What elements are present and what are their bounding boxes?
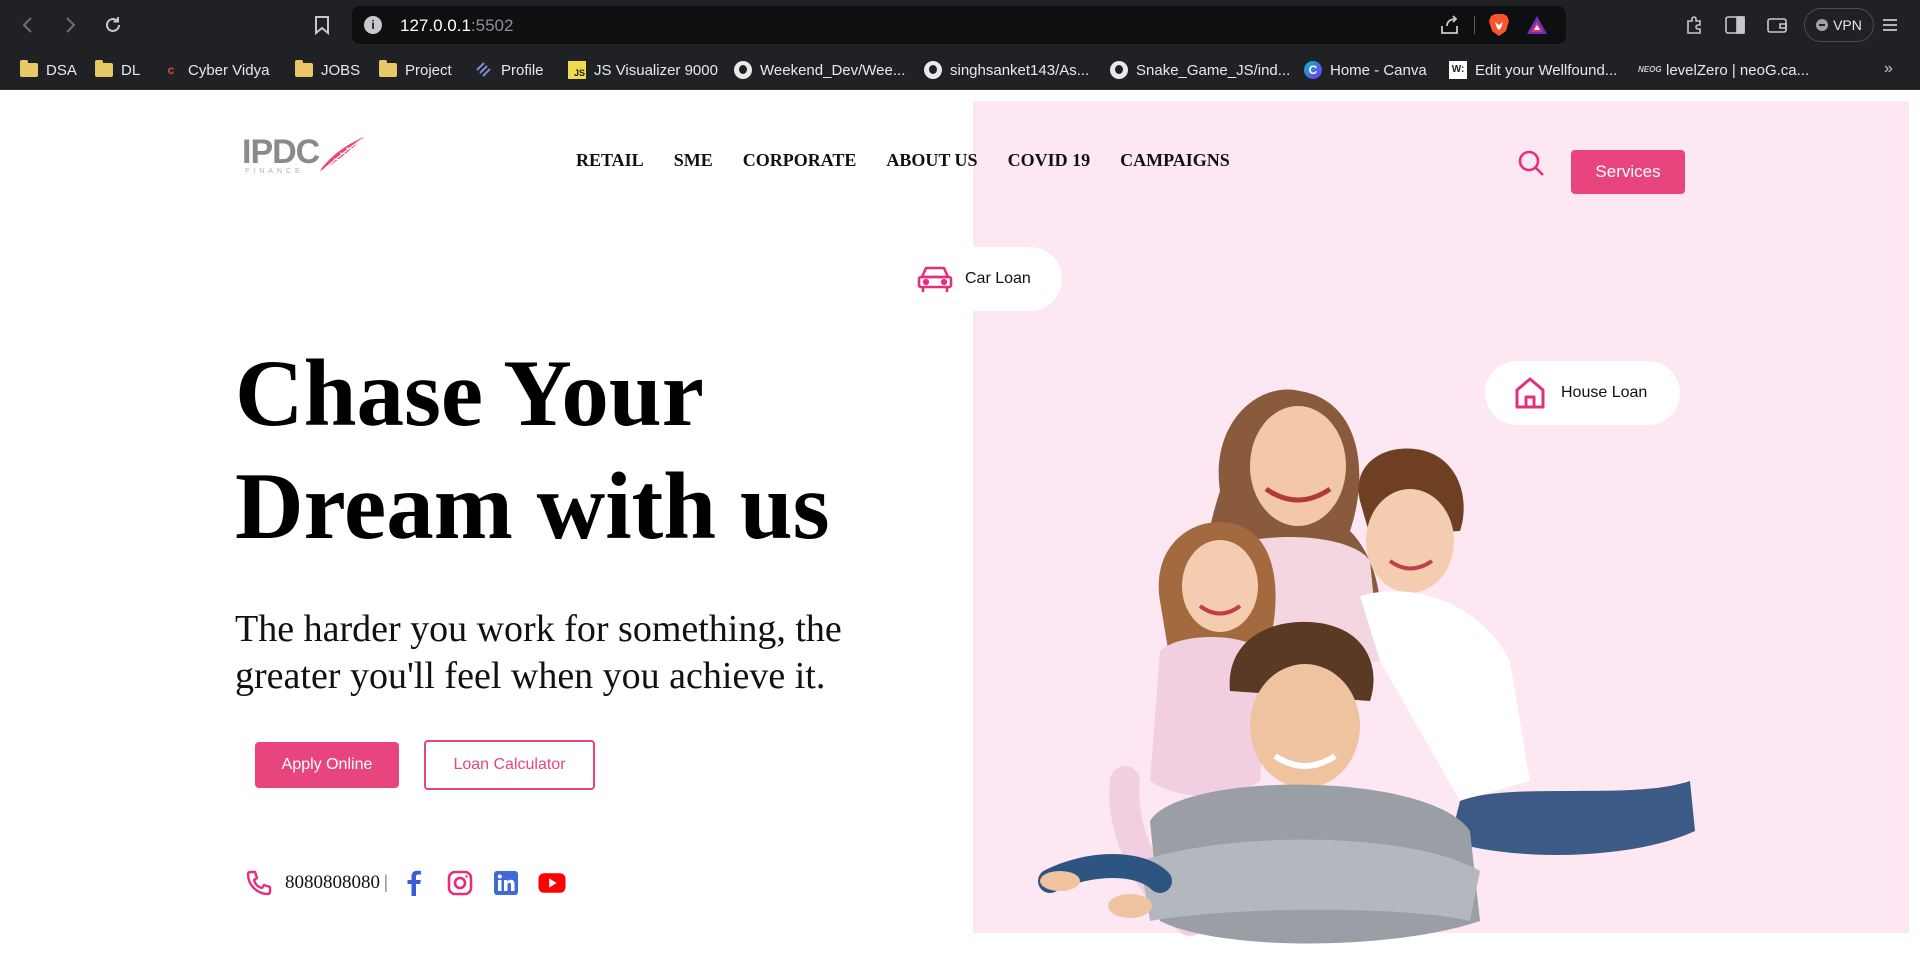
folder-icon <box>295 60 313 79</box>
address-bar[interactable]: i 127.0.0.1:5502 <box>352 6 1566 44</box>
bookmark-weekend-dev[interactable]: Weekend_Dev/Wee... <box>734 58 905 82</box>
bookmark-label: Cyber Vidya <box>188 61 270 79</box>
bookmark-snake-game[interactable]: Snake_Game_JS/ind... <box>1110 58 1290 82</box>
nav-retail[interactable]: RETAIL <box>576 150 644 171</box>
bookmark-icon <box>315 16 329 35</box>
bookmark-label: DSA <box>46 61 77 79</box>
folder-icon <box>20 60 38 79</box>
bookmark-label: DL <box>121 61 141 79</box>
bookmark-project[interactable]: Project <box>379 58 452 82</box>
bookmark-wellfound[interactable]: W: Edit your Wellfound... <box>1449 58 1617 82</box>
site-info-icon[interactable]: i <box>364 16 382 34</box>
facebook-icon[interactable] <box>400 869 428 897</box>
sidebar-icon <box>1725 16 1745 34</box>
car-icon <box>917 266 953 292</box>
js-icon: JS <box>568 61 586 79</box>
github-icon <box>1110 61 1128 79</box>
address-bar-divider <box>1474 16 1475 34</box>
main-nav: RETAIL SME CORPORATE ABOUT US COVID 19 C… <box>576 150 1230 171</box>
family-photo <box>1038 389 1695 944</box>
nav-covid-19[interactable]: COVID 19 <box>1008 150 1091 171</box>
loan-calculator-button[interactable]: Loan Calculator <box>424 740 595 790</box>
nav-campaigns[interactable]: CAMPAIGNS <box>1120 150 1230 171</box>
bookmark-label: Profile <box>501 61 544 79</box>
bookmark-label: JS Visualizer 9000 <box>594 61 718 79</box>
bookmarks-bar: DSA DL c Cyber Vidya JOBS Project Profil… <box>0 50 1920 90</box>
logo-subtext: FINANCE <box>245 168 304 175</box>
nav-sme[interactable]: SME <box>674 150 713 171</box>
bookmark-label: Project <box>405 61 452 79</box>
hero-title: Chase Your Dream with us <box>235 340 830 559</box>
vpn-label: VPN <box>1833 17 1862 33</box>
linkedin-icon[interactable] <box>492 869 520 897</box>
bookmark-js-visualizer[interactable]: JS JS Visualizer 9000 <box>568 58 718 82</box>
bookmark-label: Edit your Wellfound... <box>1475 61 1618 79</box>
puzzle-icon <box>1687 16 1701 34</box>
canva-icon: C <box>1304 61 1322 79</box>
bookmark-page-button[interactable] <box>310 13 334 37</box>
feather-icon <box>320 137 364 171</box>
bookmark-label: JOBS <box>321 61 361 79</box>
nav-corporate[interactable]: CORPORATE <box>743 150 857 171</box>
bookmark-dsa[interactable]: DSA <box>20 58 77 82</box>
neog-icon: NEOG <box>1638 65 1662 74</box>
browser-toolbar: i 127.0.0.1:5502 VPN <box>0 0 1920 50</box>
car-loan-label: Car Loan <box>965 270 1031 287</box>
site-logo[interactable]: IPDC FINANCE <box>242 133 372 181</box>
url-text[interactable]: 127.0.0.1:5502 <box>400 16 513 36</box>
youtube-icon[interactable] <box>538 869 566 897</box>
bookmark-label: levelZero | neoG.ca... <box>1666 61 1810 79</box>
hero-subtitle: The harder you work for something, the g… <box>235 608 842 697</box>
forward-arrow-icon <box>66 17 76 33</box>
sidebar-toggle-button[interactable] <box>1723 13 1747 37</box>
brave-shields-icon[interactable] <box>1488 13 1510 37</box>
vpn-status-icon <box>1816 19 1829 31</box>
extensions-button[interactable] <box>1683 13 1707 37</box>
apply-online-button[interactable]: Apply Online <box>255 742 399 788</box>
menu-icon[interactable] <box>1880 15 1900 35</box>
bookmark-label: singhsanket143/As... <box>950 61 1090 79</box>
instagram-icon[interactable] <box>446 869 474 897</box>
reload-icon <box>106 17 120 32</box>
vpn-button[interactable]: VPN <box>1804 8 1874 42</box>
reload-button[interactable] <box>99 11 127 39</box>
more-bookmarks-button[interactable]: » <box>1884 60 1893 78</box>
share-icon[interactable] <box>1439 14 1461 36</box>
contact-separator: | <box>384 872 388 893</box>
phone-icon[interactable] <box>245 869 273 897</box>
bookmark-cyber-vidya[interactable]: c Cyber Vidya <box>162 58 270 82</box>
bookmark-jobs[interactable]: JOBS <box>295 58 360 82</box>
wallet-icon <box>1767 18 1787 33</box>
back-arrow-icon <box>22 17 32 33</box>
profile-icon <box>475 61 493 79</box>
search-icon[interactable] <box>1516 148 1546 178</box>
bookmark-dl[interactable]: DL <box>95 58 140 82</box>
nav-about-us[interactable]: ABOUT US <box>886 150 977 171</box>
bookmark-label: Weekend_Dev/Wee... <box>760 61 906 79</box>
cyber-vidya-icon: c <box>167 63 175 77</box>
services-button[interactable]: Services <box>1571 150 1685 194</box>
phone-number[interactable]: 8080808080 <box>285 872 380 894</box>
bookmark-singhsanket143[interactable]: singhsanket143/As... <box>924 58 1089 82</box>
wallet-button[interactable] <box>1765 13 1789 37</box>
back-button[interactable] <box>14 11 42 39</box>
bookmark-label: Snake_Game_JS/ind... <box>1136 61 1291 79</box>
github-icon <box>734 61 752 79</box>
bookmark-canva[interactable]: C Home - Canva <box>1304 58 1427 82</box>
folder-icon <box>95 60 113 79</box>
logo-text: IPDC <box>242 133 320 171</box>
wellfound-icon: W: <box>1449 61 1467 79</box>
contact-row: 8080808080 | <box>245 867 584 899</box>
bookmark-neog[interactable]: NEOG levelZero | neoG.ca... <box>1638 58 1810 82</box>
brave-rewards-icon[interactable] <box>1526 15 1548 35</box>
forward-button[interactable] <box>56 11 84 39</box>
github-icon <box>924 61 942 79</box>
bookmark-profile[interactable]: Profile <box>475 58 544 82</box>
car-loan-tag[interactable]: Car Loan <box>900 247 1062 311</box>
web-page: IPDC FINANCE RETAIL SME CORPORATE ABOUT … <box>0 91 1920 968</box>
folder-icon <box>379 60 397 79</box>
bookmark-label: Home - Canva <box>1330 61 1427 79</box>
